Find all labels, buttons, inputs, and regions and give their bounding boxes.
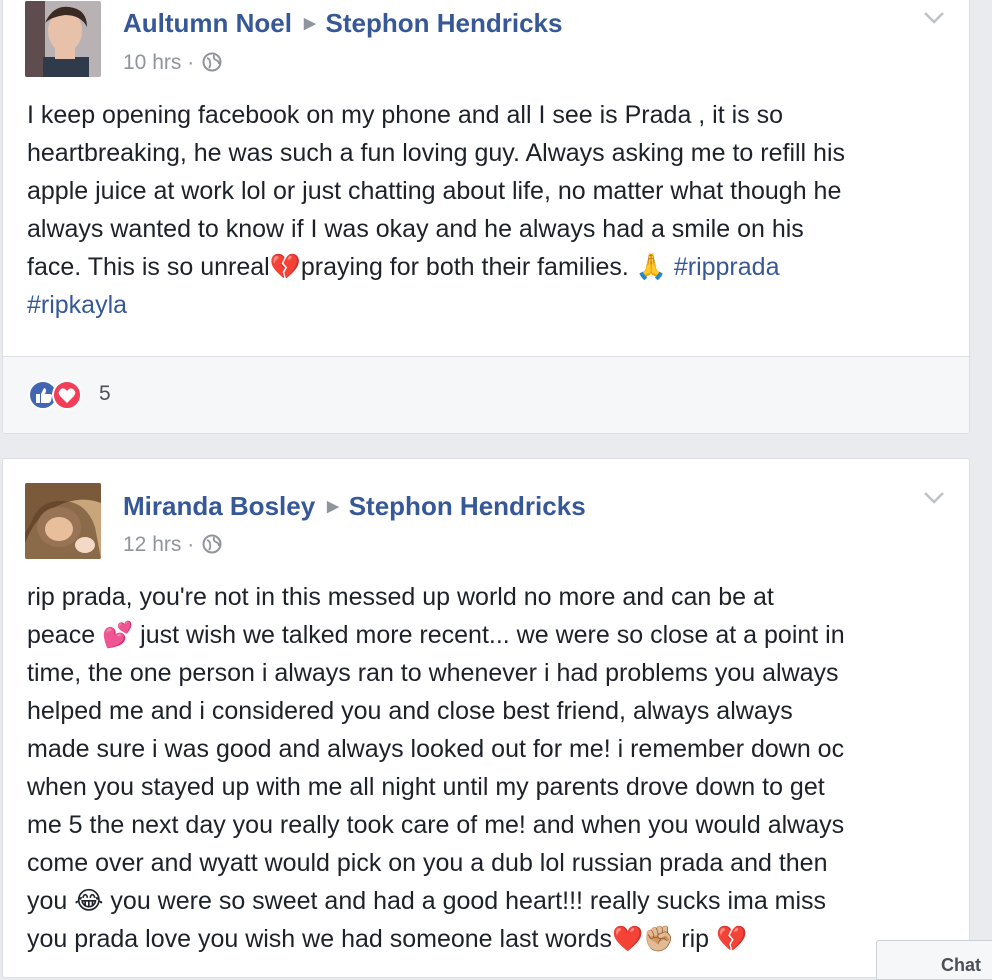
post-meta: 12 hrs · — [123, 533, 222, 560]
post-text-line: apple juice at work lol or just chatting… — [27, 177, 842, 205]
target-name-link[interactable]: Stephon Hendricks — [326, 8, 563, 38]
post-title: Miranda Bosley ▶ Stephon Hendricks — [123, 491, 586, 522]
author-name-link[interactable]: Miranda Bosley — [123, 491, 315, 521]
post-timestamp[interactable]: 12 hrs · — [123, 533, 194, 556]
post-text-line: you prada love you wish we had someone l… — [27, 920, 957, 958]
raised-fist-emoji: ✊🏼 — [643, 924, 675, 953]
post-meta: 10 hrs · — [123, 51, 222, 78]
globe-icon[interactable] — [202, 534, 222, 560]
post-text: you were so sweet and had a good heart!!… — [103, 887, 827, 915]
laughing-emoji: 😂 — [74, 886, 104, 915]
post-text-line: rip prada, you're not in this messed up … — [27, 583, 774, 611]
post-text-line: heartbreaking, he was such a fun loving … — [27, 139, 846, 167]
post-text-line: you 😂 you were so sweet and had a good h… — [27, 882, 957, 920]
post-text-line: peace 💕 just wish we talked more recent.… — [27, 616, 957, 654]
chevron-down-icon[interactable] — [923, 491, 945, 505]
two-hearts-emoji: 💕 — [102, 620, 134, 649]
hashtag-link[interactable]: #ripkayla — [27, 291, 127, 319]
chat-tab-label: Chat — [941, 955, 981, 975]
post-text-line: time, the one person i always ran to whe… — [27, 659, 839, 687]
post-text-line: helped me and i considered you and close… — [27, 697, 793, 725]
post-text-line: always wanted to know if I was okay and … — [27, 215, 804, 243]
hashtag-link[interactable]: #ripprada — [674, 253, 780, 281]
author-avatar[interactable] — [25, 1, 101, 77]
broken-heart-emoji: 💔 — [716, 924, 748, 953]
post-text: you — [27, 887, 75, 915]
chevron-down-icon[interactable] — [923, 11, 945, 25]
reaction-count[interactable]: 5 — [99, 382, 111, 406]
post-text-line: made sure i was good and always looked o… — [27, 735, 845, 763]
post-timestamp[interactable]: 10 hrs · — [123, 51, 194, 74]
post-card: Miranda Bosley ▶ Stephon Hendricks 12 hrs … — [2, 458, 970, 978]
post-title: Aultumn Noel ▶ Stephon Hendricks — [123, 8, 562, 39]
reactions-bar: 5 — [3, 356, 969, 433]
author-avatar[interactable] — [25, 483, 101, 559]
praying-hands-emoji: 🙏 — [635, 252, 667, 281]
post-text: you prada love you wish we had someone l… — [27, 925, 613, 953]
post-body: I keep opening facebook on my phone and … — [27, 96, 957, 324]
post-text-line: me 5 the next day you really took care o… — [27, 811, 845, 839]
love-icon — [52, 380, 82, 410]
post-text-line: #ripkayla — [27, 286, 957, 324]
reaction-icons[interactable] — [27, 379, 97, 411]
post-text: peace — [27, 621, 103, 649]
post-text-line: come over and wyatt would pick on you a … — [27, 849, 828, 877]
post-text-line: when you stayed up with me all night unt… — [27, 773, 825, 801]
red-heart-emoji: ❤️ — [612, 924, 644, 953]
arrow-right-icon: ▶ — [327, 498, 339, 515]
post-body: rip prada, you're not in this messed up … — [27, 578, 957, 958]
arrow-right-icon: ▶ — [304, 15, 316, 32]
post-text-line: I keep opening facebook on my phone and … — [27, 101, 784, 129]
post-text: face. This is so unreal — [27, 253, 270, 281]
post-text: rip — [674, 925, 717, 953]
target-name-link[interactable]: Stephon Hendricks — [349, 491, 586, 521]
post-text: praying for both their families. — [300, 253, 636, 281]
post-card: Aultumn Noel ▶ Stephon Hendricks 10 hrs · … — [2, 0, 970, 434]
post-text: just wish we talked more recent... we we… — [133, 621, 845, 649]
globe-icon[interactable] — [202, 52, 222, 78]
post-text-line: face. This is so unreal💔praying for both… — [27, 248, 957, 286]
chat-tab[interactable]: Chat — [876, 940, 992, 980]
broken-heart-emoji: 💔 — [269, 252, 301, 281]
author-name-link[interactable]: Aultumn Noel — [123, 8, 292, 38]
